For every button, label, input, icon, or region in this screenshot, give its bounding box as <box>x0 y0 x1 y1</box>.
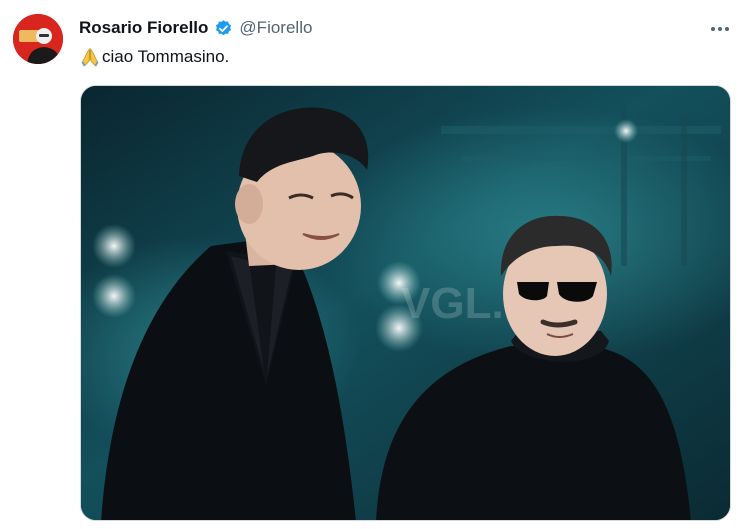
tweet-photo[interactable]: VGL.it <box>80 85 731 521</box>
verified-badge-icon <box>214 19 233 38</box>
profile-avatar-icon <box>13 14 63 64</box>
stage-photo-image: VGL.it <box>81 86 730 520</box>
more-dot <box>718 27 722 31</box>
more-dot <box>711 27 715 31</box>
author-name[interactable]: Rosario Fiorello <box>79 18 208 38</box>
author-handle[interactable]: @Fiorello <box>239 18 312 38</box>
tweet-header: Rosario Fiorello @Fiorello <box>79 16 312 40</box>
folded-hands-emoji-icon <box>79 46 101 68</box>
tweet: Rosario Fiorello @Fiorello ciao Tommasin… <box>0 0 750 529</box>
more-dot <box>725 27 729 31</box>
avatar[interactable] <box>13 14 63 64</box>
more-horizontal-icon[interactable] <box>706 18 734 40</box>
tweet-text: ciao Tommasino. <box>79 44 229 70</box>
tweet-text-content: ciao Tommasino. <box>102 47 230 66</box>
